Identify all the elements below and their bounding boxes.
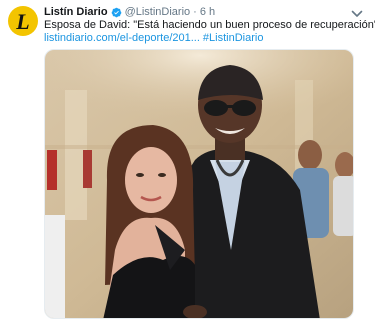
avatar-logo-letter: L [16,8,30,34]
tweet-text: Esposa de David: "Está haciendo un buen … [44,19,375,31]
tweet-links: listindiario.com/el-deporte/201... #Listi… [44,31,367,45]
chevron-down-icon[interactable] [351,6,363,17]
separator-dot: · [193,6,197,18]
tweet-photo[interactable] [44,49,354,319]
photo-image [45,50,353,318]
verified-badge-icon [111,7,122,18]
article-link[interactable]: listindiario.com/el-deporte/201... [44,32,200,44]
avatar[interactable]: L [8,6,38,36]
timestamp[interactable]: 6 h [200,5,215,19]
hashtag-link[interactable]: #ListinDiario [203,32,264,44]
tweet-card[interactable]: L Listín Diario @ListinDiario · 6 h Espo… [0,0,375,323]
author-name[interactable]: Listín Diario [44,5,108,19]
tweet-header: Listín Diario @ListinDiario · 6 h [44,5,215,19]
author-handle[interactable]: @ListinDiario [125,5,191,19]
